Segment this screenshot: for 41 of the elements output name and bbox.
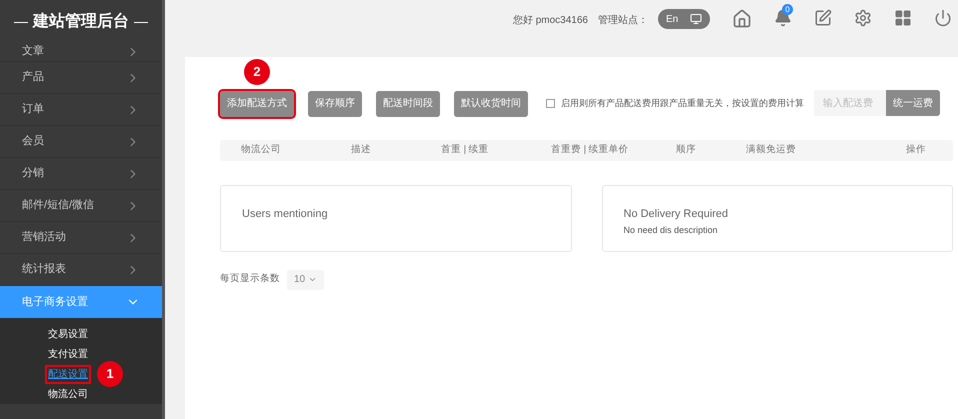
column-header: 首重 | 续重 xyxy=(441,142,490,157)
step-badge: 2 xyxy=(244,59,270,85)
step-badge: 1 xyxy=(97,361,123,387)
column-header: 物流公司 xyxy=(241,142,282,157)
power-icon[interactable] xyxy=(934,9,952,27)
chevron-down-icon xyxy=(308,275,318,284)
monitor-icon xyxy=(690,13,702,25)
sidebar-title: 建站管理后台 xyxy=(33,11,129,32)
settings-icon[interactable] xyxy=(854,9,872,27)
page-size-label: 每页显示条数 xyxy=(220,272,280,286)
column-header: 操作 xyxy=(906,142,927,157)
sidebar-item[interactable]: 邮件/短信/微信 xyxy=(0,190,162,222)
grid-icon[interactable] xyxy=(894,9,912,27)
card-description: No need dis description xyxy=(624,224,719,237)
column-header: 满额免运费 xyxy=(746,142,797,157)
language-toggle[interactable]: En xyxy=(658,9,710,29)
card-title: Users mentioning xyxy=(242,206,329,222)
home-icon[interactable] xyxy=(732,9,752,29)
site-label: 管理站点： xyxy=(598,14,648,28)
submenu-item[interactable]: 配送设置 xyxy=(47,366,89,382)
checkbox[interactable] xyxy=(546,98,555,108)
delivery-card[interactable]: No Delivery Required No need dis description xyxy=(602,184,953,252)
submenu-item[interactable]: 交易设置 xyxy=(47,326,89,342)
column-header: 顺序 xyxy=(676,142,697,157)
greeting: 您好 pmoc34166 xyxy=(512,14,588,28)
delivery-card[interactable]: Users mentioning xyxy=(220,184,572,252)
column-header: 描述 xyxy=(351,142,372,157)
column-header: 首重费 | 续重单价 xyxy=(551,142,630,157)
edit-icon[interactable] xyxy=(814,9,832,27)
notification-badge: 0 xyxy=(782,4,793,15)
card-title: No Delivery Required xyxy=(624,206,730,222)
checkbox-label: 启用则所有产品配送费用跟产品重量无关，按设置的费用计算 xyxy=(561,96,804,110)
submenu-item[interactable]: 物流公司 xyxy=(47,386,89,402)
sidebar-item[interactable]: 产品 xyxy=(0,62,162,94)
fee-input[interactable]: 输入配送费 xyxy=(814,90,886,116)
sidebar-item[interactable]: 文章 xyxy=(0,44,162,62)
sidebar-item[interactable]: 分销 xyxy=(0,158,162,190)
sidebar-item[interactable]: 订单 xyxy=(0,94,162,126)
sidebar-item[interactable]: 会员 xyxy=(0,126,162,158)
sidebar-item[interactable]: 营销活动 xyxy=(0,222,162,254)
submenu-item[interactable]: 支付设置 xyxy=(47,346,89,362)
